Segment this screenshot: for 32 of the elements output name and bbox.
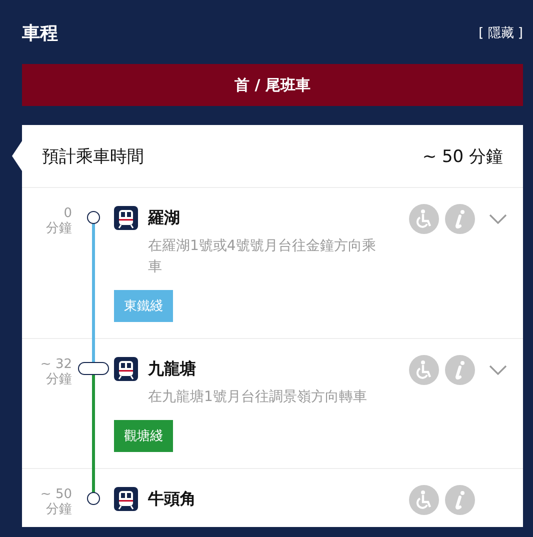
line-badge: 東鐵綫 bbox=[114, 290, 173, 322]
info-icon[interactable] bbox=[445, 485, 475, 515]
hide-link[interactable]: [ 隱藏 ] bbox=[478, 24, 523, 42]
station-name: 九龍塘 bbox=[148, 358, 196, 380]
wheelchair-icon[interactable] bbox=[409, 204, 439, 234]
wheelchair-icon[interactable] bbox=[409, 485, 439, 515]
time-value: ~ 50 bbox=[40, 487, 72, 502]
journey-duration: ~ 50 分鐘 bbox=[422, 146, 503, 168]
line-badge: 觀塘綫 bbox=[114, 420, 173, 452]
wheelchair-icon[interactable] bbox=[409, 355, 439, 385]
info-icon[interactable] bbox=[445, 204, 475, 234]
train-icon bbox=[114, 357, 138, 381]
platform-note: 在羅湖1號或4號號月台往金鐘方向乘車 bbox=[148, 237, 377, 277]
interchange-node bbox=[78, 362, 109, 375]
time-value: ~ 32 bbox=[40, 357, 72, 372]
station-node bbox=[87, 211, 100, 224]
expand-chevron-icon[interactable] bbox=[489, 214, 507, 224]
train-icon bbox=[114, 487, 138, 511]
time-unit: 分鐘 bbox=[46, 372, 72, 387]
section-title: 車程 bbox=[22, 22, 58, 45]
first-last-train-button[interactable]: 首 / 尾班車 bbox=[22, 64, 523, 106]
time-value: 0 bbox=[64, 206, 72, 221]
time-unit: 分鐘 bbox=[46, 502, 72, 517]
train-icon bbox=[114, 206, 138, 230]
time-unit: 分鐘 bbox=[46, 221, 72, 236]
journey-label: 預計乘車時間 bbox=[42, 146, 144, 168]
info-icon[interactable] bbox=[445, 355, 475, 385]
station-name: 羅湖 bbox=[148, 208, 180, 228]
expand-chevron-icon[interactable] bbox=[489, 365, 507, 375]
platform-note: 在九龍塘1號月台往調景嶺方向轉車 bbox=[148, 388, 368, 407]
station-node bbox=[87, 492, 100, 505]
station-name: 牛頭角 bbox=[148, 488, 196, 510]
